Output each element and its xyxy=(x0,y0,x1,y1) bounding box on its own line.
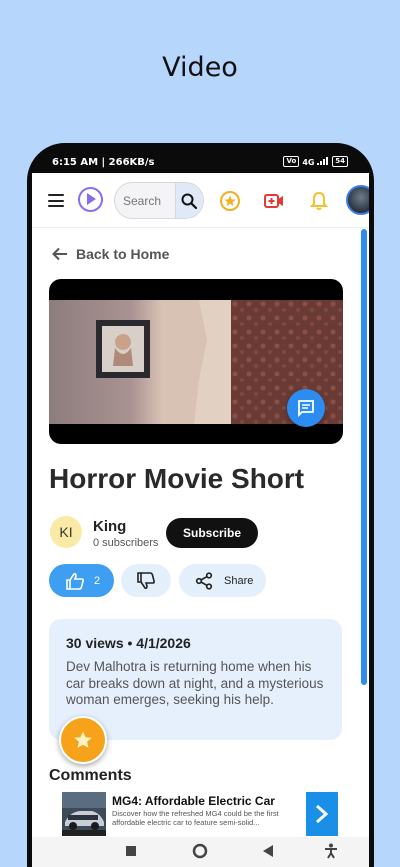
network-type-label: 4G xyxy=(302,157,315,167)
arrow-left-icon xyxy=(52,247,67,261)
subscribe-button[interactable]: Subscribe xyxy=(166,518,258,548)
ad-car-image xyxy=(62,792,106,836)
status-bar: 6:15 AM | 266KB/s Vo 4G 54 xyxy=(52,155,372,171)
hamburger-icon[interactable] xyxy=(48,194,64,207)
star-circle-icon[interactable] xyxy=(219,190,241,212)
page-heading: Video xyxy=(162,52,238,83)
ad-open-button[interactable] xyxy=(306,792,338,836)
android-nav-bar xyxy=(32,837,369,867)
video-camera-icon[interactable] xyxy=(263,190,285,212)
share-label: Share xyxy=(224,574,254,587)
favorite-fab[interactable] xyxy=(59,716,107,764)
bell-icon[interactable] xyxy=(308,190,330,212)
status-time: 6:15 AM | 266KB/s xyxy=(52,157,155,168)
like-count: 2 xyxy=(94,574,101,587)
comments-heading: Comments xyxy=(49,767,132,784)
search-box xyxy=(114,182,204,219)
status-icons: Vo 4G 54 xyxy=(283,156,348,167)
thumbs-up-icon xyxy=(66,572,84,590)
back-to-home-link[interactable]: Back to Home xyxy=(52,246,169,262)
channel-name[interactable]: King xyxy=(93,518,126,535)
chat-icon xyxy=(298,400,314,418)
recent-apps-icon[interactable] xyxy=(125,845,137,857)
avatar[interactable] xyxy=(346,185,369,215)
search-button[interactable] xyxy=(175,183,203,218)
accessibility-icon[interactable] xyxy=(324,843,338,859)
signal-icon: 4G xyxy=(302,156,329,167)
battery-icon: 54 xyxy=(332,156,348,167)
like-button[interactable]: 2 xyxy=(49,564,114,597)
views-and-date: 30 views • 4/1/2026 xyxy=(66,635,191,651)
dislike-button[interactable] xyxy=(121,564,171,597)
share-button[interactable]: Share xyxy=(179,564,266,597)
ad-subtitle: Discover how the refreshed MG4 could be … xyxy=(112,809,279,827)
app-screen: Back to Home xyxy=(32,173,369,867)
volte-icon: Vo xyxy=(283,156,300,167)
search-icon xyxy=(181,193,197,209)
back-label: Back to Home xyxy=(76,246,170,262)
play-circle-icon[interactable] xyxy=(78,187,103,212)
share-icon xyxy=(195,571,213,590)
home-icon[interactable] xyxy=(192,843,208,859)
star-icon xyxy=(74,731,92,748)
video-title: Horror Movie Short xyxy=(49,463,305,494)
thumbs-down-icon xyxy=(137,571,155,589)
chat-button[interactable] xyxy=(287,389,325,427)
subscriber-count: 0 subscribers xyxy=(93,537,159,549)
top-toolbar xyxy=(32,173,369,228)
scrollbar[interactable] xyxy=(361,229,367,685)
channel-avatar[interactable]: KI xyxy=(50,516,82,548)
back-icon[interactable] xyxy=(262,844,274,858)
chevron-right-icon xyxy=(316,804,329,824)
ad-banner[interactable]: MG4: Affordable Electric Car Discover ho… xyxy=(62,792,338,836)
ad-title: MG4: Affordable Electric Car xyxy=(112,794,275,808)
video-description: Dev Malhotra is returning home when his … xyxy=(66,659,324,707)
search-input[interactable] xyxy=(123,192,173,210)
